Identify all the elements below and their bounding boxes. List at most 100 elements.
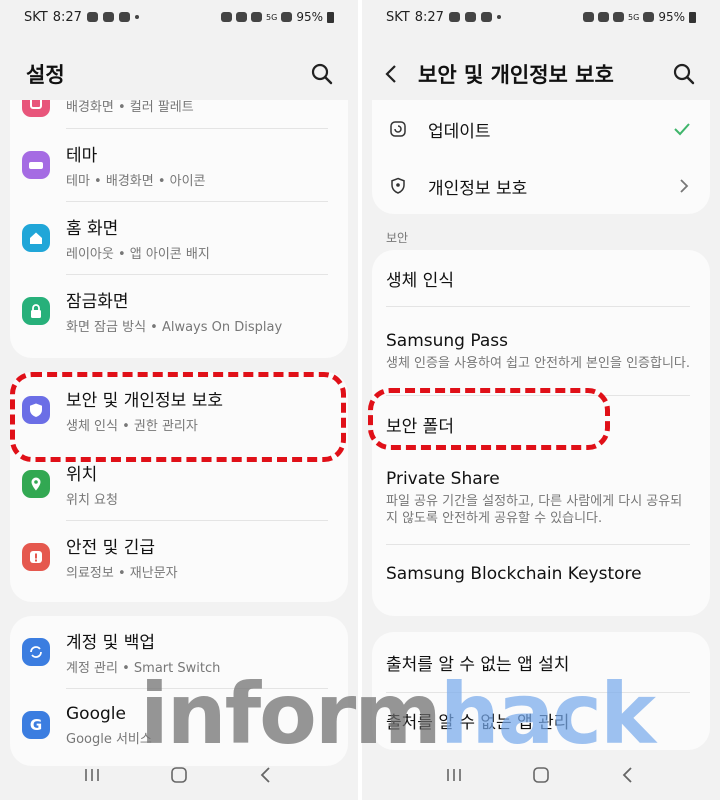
clock: 8:27 xyxy=(52,9,82,25)
settings-item-install-unknown-apps[interactable]: 출처를 알 수 없는 앱 설치 xyxy=(372,632,710,692)
item-title: 출처를 알 수 없는 앱 설치 xyxy=(386,654,570,675)
mute-icon xyxy=(613,12,625,22)
settings-item-biometrics[interactable]: 생체 인식 xyxy=(372,250,710,306)
check-icon xyxy=(672,120,692,142)
settings-item-location[interactable]: 위치 위치 요청 xyxy=(10,448,348,520)
bluetooth-icon xyxy=(236,12,248,22)
security-privacy-panel: SKT 8:27 5G 95% 보안 및 개인정보 보호 업데이트 개인정보 보… xyxy=(362,0,720,800)
notification-icon xyxy=(118,12,130,22)
search-icon xyxy=(311,63,333,85)
unknown-apps-group: 출처를 알 수 없는 앱 설치 출처를 알 수 없는 앱 관리 xyxy=(372,632,710,750)
back-button[interactable] xyxy=(251,760,281,790)
cloud-icon xyxy=(102,12,114,22)
alarm-icon xyxy=(221,12,233,22)
chevron-left-icon xyxy=(385,65,396,83)
settings-item-privacy[interactable]: 개인정보 보호 xyxy=(372,158,710,214)
back-button[interactable] xyxy=(613,760,643,790)
status-bar: SKT 8:27 5G 95% xyxy=(362,0,720,34)
settings-item-security-privacy[interactable]: 보안 및 개인정보 보호 생체 인식 • 권한 관리자 xyxy=(10,372,348,448)
settings-item-lock-screen[interactable]: 잠금화면 화면 잠금 방식 • Always On Display xyxy=(10,275,348,347)
settings-item-samsung-pass[interactable]: Samsung Pass 생체 인증을 사용하여 쉽고 안전하게 본인을 인증합… xyxy=(372,307,710,395)
item-subtitle: 위치 요청 xyxy=(66,493,118,508)
item-title: 안전 및 긴급 xyxy=(66,538,156,558)
home-button[interactable] xyxy=(164,760,194,790)
network-label: 5G xyxy=(266,12,278,22)
sync-icon xyxy=(22,638,50,666)
google-icon: G xyxy=(22,711,50,739)
settings-item-secure-folder[interactable]: 보안 폴더 xyxy=(372,396,710,452)
notification-icon xyxy=(86,12,98,22)
item-title: 개인정보 보호 xyxy=(428,178,528,199)
lock-icon xyxy=(22,297,50,325)
item-subtitle: 계정 관리 • Smart Switch xyxy=(66,661,221,676)
app-bar: 설정 xyxy=(0,52,358,96)
search-button[interactable] xyxy=(670,60,698,88)
item-subtitle: 테마 • 배경화면 • 아이콘 xyxy=(66,174,206,189)
item-title: 잠금화면 xyxy=(66,292,129,312)
item-title: 보안 폴더 xyxy=(386,416,454,437)
recent-apps-button[interactable] xyxy=(77,760,107,790)
back-nav-button[interactable] xyxy=(380,60,404,88)
recent-apps-icon xyxy=(84,769,99,781)
item-title: 위치 xyxy=(66,465,98,485)
item-subtitle: 생체 인식 • 권한 관리자 xyxy=(66,419,198,434)
navigation-bar xyxy=(362,750,720,800)
shield-icon xyxy=(22,396,50,424)
item-title: 보안 및 개인정보 보호 xyxy=(66,391,223,411)
privacy-group: 업데이트 개인정보 보호 xyxy=(372,100,710,214)
settings-item-accounts-backup[interactable]: 계정 및 백업 계정 관리 • Smart Switch xyxy=(10,616,348,688)
item-title: 계정 및 백업 xyxy=(66,633,156,653)
update-icon xyxy=(384,115,412,143)
item-title: Private Share xyxy=(386,469,500,489)
navigation-bar xyxy=(0,750,358,800)
privacy-icon xyxy=(384,172,412,200)
security-group: 생체 인식 Samsung Pass 생체 인증을 사용하여 쉽고 안전하게 본… xyxy=(372,250,710,616)
home-button-icon xyxy=(533,767,549,783)
clock: 8:27 xyxy=(414,9,444,25)
home-icon xyxy=(22,224,50,252)
settings-item-private-share[interactable]: Private Share 파일 공유 기간을 설정하고, 다른 사람에게 다시… xyxy=(372,452,710,544)
item-title: 생체 인식 xyxy=(386,270,454,291)
settings-item-home-screen[interactable]: 홈 화면 레이아웃 • 앱 아이콘 배지 xyxy=(10,202,348,274)
signal-icon xyxy=(281,12,293,22)
home-button-icon xyxy=(171,767,187,783)
chevron-right-icon xyxy=(678,177,690,199)
section-label-security: 보안 xyxy=(386,231,409,245)
battery-icon xyxy=(689,11,696,23)
more-notifications-icon xyxy=(134,15,139,19)
settings-item-manage-unknown-apps[interactable]: 출처를 알 수 없는 앱 관리 xyxy=(372,693,710,747)
palette-icon xyxy=(22,100,50,117)
settings-group-security: 보안 및 개인정보 보호 생체 인식 • 권한 관리자 위치 위치 요청 안전 … xyxy=(10,372,348,602)
item-subtitle: 의료정보 • 재난문자 xyxy=(66,566,178,581)
settings-item-theme[interactable]: 테마 테마 • 배경화면 • 아이콘 xyxy=(10,129,348,201)
status-bar: SKT 8:27 5G 95% xyxy=(0,0,358,34)
settings-item-update[interactable]: 업데이트 xyxy=(372,100,710,158)
home-button[interactable] xyxy=(526,760,556,790)
search-button[interactable] xyxy=(308,60,336,88)
more-notifications-icon xyxy=(496,15,501,19)
location-pin-icon xyxy=(22,470,50,498)
item-title: Samsung Pass xyxy=(386,330,508,351)
recent-apps-button[interactable] xyxy=(439,760,469,790)
notification-icon xyxy=(464,12,476,22)
item-subtitle: 생체 인증을 사용하여 쉽고 안전하게 본인을 인증합니다. xyxy=(386,355,691,371)
carrier-label: SKT xyxy=(24,9,48,25)
settings-item-blockchain-keystore[interactable]: Samsung Blockchain Keystore xyxy=(372,545,710,603)
theme-brush-icon xyxy=(22,151,50,179)
search-icon xyxy=(673,63,695,85)
network-label: 5G xyxy=(628,12,640,22)
gallery-icon xyxy=(448,12,460,22)
back-icon xyxy=(261,767,270,783)
settings-item-safety-emergency[interactable]: 안전 및 긴급 의료정보 • 재난문자 xyxy=(10,521,348,593)
settings-panel: SKT 8:27 5G 95% 설정 배경화면 • 컬러 팔레트 테마 테마 •… xyxy=(0,0,358,800)
back-icon xyxy=(623,767,632,783)
item-title: 출처를 알 수 없는 앱 관리 xyxy=(386,712,570,733)
item-title: Samsung Blockchain Keystore xyxy=(386,564,642,584)
settings-item-wallpaper[interactable]: 배경화면 • 컬러 팔레트 xyxy=(10,100,348,128)
mute-icon xyxy=(251,12,263,22)
item-title: 홈 화면 xyxy=(66,219,119,239)
item-subtitle: 배경화면 • 컬러 팔레트 xyxy=(66,100,194,115)
alarm-icon xyxy=(583,12,595,22)
battery-percent: 95% xyxy=(658,10,685,24)
signal-icon xyxy=(643,12,655,22)
